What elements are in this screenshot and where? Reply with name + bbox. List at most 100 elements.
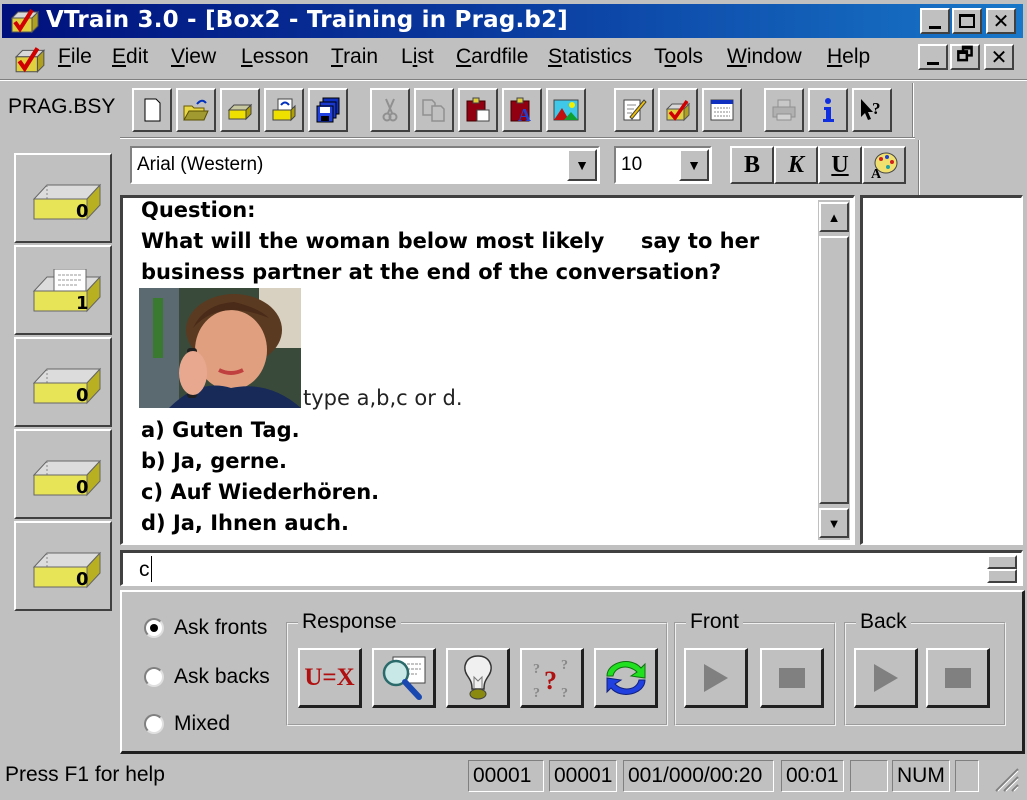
resize-grip-icon [995,768,1019,792]
size-dropdown-button[interactable]: ▼ [679,149,709,181]
response-group: Response U=X ????? [286,610,668,726]
input-spin-down[interactable] [987,569,1017,583]
copy-button[interactable] [414,88,454,132]
maximize-button[interactable] [952,8,982,34]
save-all-icon [316,97,340,123]
hint-button[interactable] [446,648,510,708]
menu-view[interactable]: View [171,45,216,69]
status-caps [850,760,888,792]
svg-text:?: ? [561,658,568,673]
minimize-icon [927,61,939,65]
radio-ask-fronts[interactable]: Ask fronts [144,616,267,640]
radio-label: Mixed [174,712,231,735]
menu-window[interactable]: Window [727,45,802,69]
train-button[interactable] [658,88,698,132]
list-button[interactable] [702,88,742,132]
menu-file[interactable]: File [58,45,92,69]
list-icon [710,99,734,121]
box-button-2[interactable]: 1 [14,245,112,335]
box-button-5[interactable]: 0 [14,521,112,611]
reload-box-icon [272,98,296,122]
context-help-icon: ? [861,99,881,120]
menu-list[interactable]: List [401,45,434,69]
font-select[interactable]: Arial (Western) ▼ [130,146,600,184]
document-icon[interactable] [14,46,46,79]
scroll-down-button[interactable]: ▼ [819,508,849,538]
radio-mixed[interactable]: Mixed [144,712,230,736]
paste-format-button[interactable]: A [502,88,542,132]
underline-button[interactable]: U [818,146,862,184]
bold-button[interactable]: B [730,146,774,184]
option-a: a) Guten Tag. [141,418,300,442]
dont-know-button[interactable]: ????? [520,648,584,708]
mdi-close-button[interactable]: ✕ [984,44,1014,70]
edit-card-button[interactable] [614,88,654,132]
show-answer-button[interactable] [372,648,436,708]
stop-icon [944,667,971,688]
input-spin-up[interactable] [987,555,1017,569]
save-all-button[interactable] [308,88,348,132]
option-b: b) Ja, gerne. [141,449,288,473]
new-file-icon [144,98,161,122]
repeat-icon [605,660,646,695]
question-line-1: What will the woman below most likely sa… [141,229,760,253]
menu-train[interactable]: Train [331,45,378,69]
menu-cardfile[interactable]: Cardfile [456,45,528,69]
radio-button[interactable] [144,667,164,687]
box-button-4[interactable]: 0 [14,429,112,519]
scroll-up-button[interactable]: ▲ [819,202,849,232]
print-button[interactable] [764,88,804,132]
play-icon [873,663,898,692]
minimize-button[interactable] [920,8,950,34]
color-button[interactable]: A [862,146,906,184]
repeat-button[interactable] [594,648,658,708]
back-play-button[interactable] [854,648,918,708]
menu-lesson[interactable]: Lesson [241,45,309,69]
front-play-button[interactable] [684,648,748,708]
back-stop-button[interactable] [926,648,990,708]
box-button-1[interactable]: 0 [14,153,112,243]
status-num: NUM [892,760,950,792]
radio-button[interactable] [144,618,164,638]
restore-icon: 🗗 [956,44,974,65]
menu-statistics[interactable]: Statistics [548,45,632,69]
question-scrollbar[interactable]: ▲ ▼ [818,200,850,540]
open-button[interactable] [176,88,216,132]
mark-equal-button[interactable]: U=X [298,648,362,708]
menu-tools[interactable]: Tools [654,45,703,69]
box-button-3[interactable]: 0 [14,337,112,427]
paste-button[interactable] [458,88,498,132]
app-icon[interactable] [10,8,40,39]
radio-label: Ask backs [174,665,270,688]
scroll-thumb[interactable] [819,236,849,504]
radio-ask-backs[interactable]: Ask backs [144,665,270,689]
info-button[interactable] [808,88,848,132]
new-button[interactable] [132,88,172,132]
option-c: c) Auf Wiederhören. [141,480,380,504]
dont-know-icon: ????? [533,658,568,701]
italic-button[interactable]: K [774,146,818,184]
radio-button[interactable] [144,714,164,734]
resize-grip[interactable] [990,763,1020,793]
font-size-select[interactable]: 10 ▼ [614,146,712,184]
answer-input[interactable]: c [120,550,1023,586]
svg-text:?: ? [533,662,540,677]
answer-preview-panel[interactable] [860,195,1023,545]
chevron-down-icon: ▼ [575,157,589,173]
menu-edit[interactable]: Edit [112,45,148,69]
reload-box-button[interactable] [264,88,304,132]
front-stop-button[interactable] [760,648,824,708]
question-panel[interactable]: Question: What will the woman below most… [120,195,855,545]
mdi-minimize-button[interactable] [918,44,948,70]
open-box-button[interactable] [220,88,260,132]
insert-image-button[interactable] [546,88,586,132]
close-icon: ✕ [990,45,1008,69]
title-bar[interactable]: VTrain 3.0 - [Box2 - Training in Prag.b2… [2,4,1023,38]
close-button[interactable]: ✕ [986,8,1016,34]
font-dropdown-button[interactable]: ▼ [567,149,597,181]
context-help-button[interactable]: ? [852,88,892,132]
menu-help[interactable]: Help [827,45,870,69]
mdi-restore-button[interactable]: 🗗 [950,44,980,70]
cut-button[interactable] [370,88,410,132]
status-card-index: 00001 [549,760,617,792]
